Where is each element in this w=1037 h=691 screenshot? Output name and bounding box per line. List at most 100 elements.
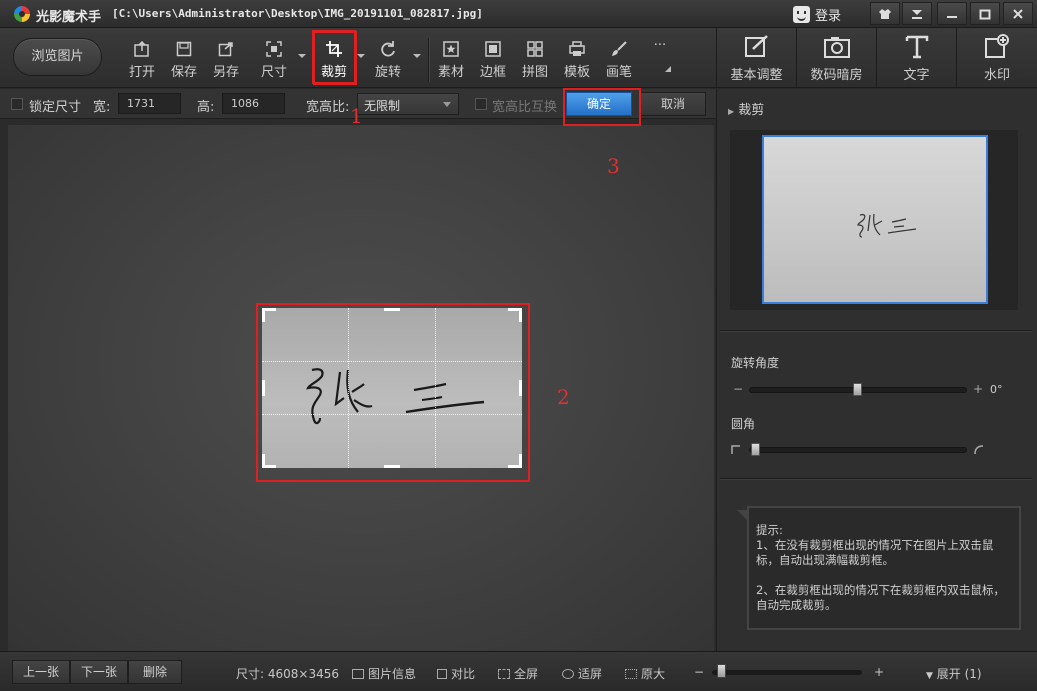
tab-darkroom-label: 数码暗房	[810, 68, 863, 83]
collage-label: 拼图	[521, 65, 548, 80]
height-label: 高:	[197, 100, 215, 115]
rotate-slider-thumb[interactable]	[853, 383, 862, 396]
zoom-slider-track[interactable]	[712, 670, 862, 675]
rotate-minus-button[interactable]: −	[733, 382, 743, 396]
lock-size-label: 锁定尺寸	[29, 100, 82, 115]
save-icon	[176, 41, 192, 57]
ratio-select[interactable]: 无限制	[357, 93, 459, 115]
prev-image-button[interactable]: 上一张	[12, 660, 70, 684]
round-corner-icon	[974, 445, 984, 455]
resize-label: 尺寸	[260, 65, 287, 80]
minimize-button[interactable]	[937, 2, 967, 25]
fit-screen-button[interactable]: 适屏	[562, 665, 602, 682]
compare-button[interactable]: 对比	[437, 665, 475, 682]
tab-basic-adjust-label: 基本调整	[730, 68, 783, 83]
template-printer-icon	[569, 41, 585, 56]
panel-divider	[720, 330, 1032, 331]
rotate-label: 旋转	[374, 65, 401, 80]
app-name: 光影魔术手	[36, 10, 102, 25]
menu-chevron-icon	[912, 10, 922, 19]
right-panel-tabs: 基本调整 数码暗房 文字 水印	[716, 28, 1037, 88]
crop-dropdown-icon[interactable]	[357, 54, 365, 58]
crop-preview-thumbnail[interactable]	[762, 135, 988, 304]
rotate-angle-label: 旋转角度	[731, 356, 780, 370]
rotate-plus-button[interactable]: +	[973, 382, 983, 396]
text-t-icon	[905, 35, 928, 59]
expand-corner-icon[interactable]	[665, 66, 671, 72]
border-label: 边框	[479, 65, 506, 80]
annotation-frame-highlight	[256, 303, 530, 482]
resize-icon	[266, 41, 282, 57]
cancel-button[interactable]: 取消	[640, 92, 706, 116]
camera-icon	[823, 37, 850, 58]
image-info-icon	[352, 669, 364, 679]
login-button[interactable]: 登录	[793, 3, 853, 25]
lock-size-checkbox[interactable]	[11, 98, 23, 110]
rotate-icon	[381, 41, 395, 57]
image-info-button[interactable]: 图片信息	[352, 665, 416, 682]
fullscreen-button[interactable]: 全屏	[498, 665, 538, 682]
shirt-icon	[879, 9, 891, 19]
material-label: 素材	[437, 65, 464, 80]
expand-button[interactable]: ▼ 展开 (1)	[926, 665, 982, 682]
width-input[interactable]: 1731	[118, 93, 181, 114]
border-icon	[485, 41, 501, 57]
browse-images-button[interactable]: 浏览图片	[13, 38, 102, 76]
annotation-confirm-highlight	[563, 88, 641, 126]
fit-screen-label: 适屏	[578, 667, 603, 681]
resize-dropdown-icon[interactable]	[298, 54, 306, 58]
login-label: 登录	[815, 8, 842, 24]
maximize-button[interactable]	[970, 2, 1000, 25]
tab-text-label: 文字	[903, 68, 930, 83]
maximize-icon	[979, 9, 991, 20]
border-button[interactable]: 边框	[473, 36, 513, 82]
fullscreen-icon	[498, 669, 510, 679]
save-as-icon	[218, 42, 233, 57]
next-image-button[interactable]: 下一张	[70, 660, 128, 684]
zoom-slider-thumb[interactable]	[717, 664, 726, 678]
original-size-button[interactable]: 原大	[625, 665, 665, 682]
tab-darkroom[interactable]: 数码暗房	[796, 28, 876, 88]
annotation-crop-highlight	[313, 31, 357, 85]
skin-button[interactable]	[870, 2, 900, 25]
panel-title-text: 裁剪	[738, 103, 765, 118]
swap-ratio-checkbox[interactable]	[475, 98, 487, 110]
menu-button[interactable]	[902, 2, 932, 25]
resize-button[interactable]: 尺寸	[254, 36, 294, 82]
round-slider-track[interactable]	[749, 447, 967, 453]
zoom-in-button[interactable]: +	[874, 665, 884, 679]
preview-signature-image	[857, 213, 917, 238]
brush-label: 画笔	[605, 65, 632, 80]
fit-screen-icon	[562, 669, 574, 679]
template-button[interactable]: 模板	[557, 36, 597, 82]
rotate-dropdown-icon[interactable]	[413, 54, 421, 58]
ratio-label: 宽高比:	[306, 100, 350, 115]
tab-watermark[interactable]: 水印	[956, 28, 1037, 88]
save-button[interactable]: 保存	[164, 36, 204, 82]
template-label: 模板	[563, 65, 590, 80]
rotate-button[interactable]: 旋转	[368, 36, 408, 82]
height-input[interactable]: 1086	[222, 93, 285, 114]
original-size-label: 原大	[641, 667, 666, 681]
watermark-icon	[985, 34, 1009, 58]
zoom-out-button[interactable]: −	[694, 665, 704, 679]
brush-button[interactable]: 画笔	[599, 36, 639, 82]
save-as-label: 另存	[212, 65, 239, 80]
original-size-icon	[625, 669, 637, 679]
round-slider-thumb[interactable]	[751, 443, 760, 456]
close-button[interactable]	[1003, 2, 1033, 25]
open-icon	[134, 40, 149, 57]
collage-icon	[527, 41, 543, 57]
material-button[interactable]: 素材	[431, 36, 471, 82]
save-as-button[interactable]: 另存	[206, 36, 246, 82]
delete-button[interactable]: 删除	[128, 660, 182, 684]
tab-watermark-label: 水印	[983, 68, 1010, 83]
open-button[interactable]: 打开	[122, 36, 162, 82]
width-label: 宽:	[93, 100, 111, 115]
chevron-down-icon: ▼	[926, 671, 933, 681]
tab-basic-adjust[interactable]: 基本调整	[716, 28, 796, 88]
tab-text[interactable]: 文字	[876, 28, 956, 88]
more-tools-button[interactable]: ···	[640, 36, 680, 82]
collage-button[interactable]: 拼图	[515, 36, 555, 82]
save-label: 保存	[170, 65, 197, 80]
